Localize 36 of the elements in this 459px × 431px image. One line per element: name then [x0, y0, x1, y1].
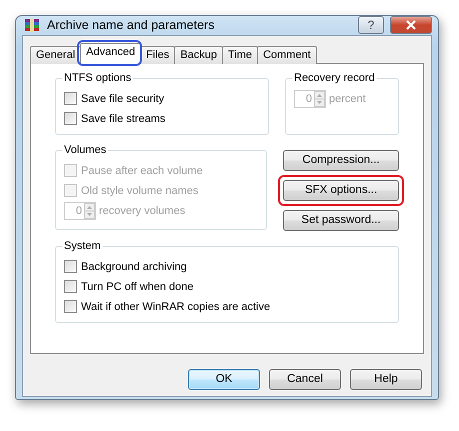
tab[interactable]: Advanced	[80, 42, 142, 64]
close-icon	[405, 20, 417, 30]
checkbox-label: Turn PC off when done	[81, 280, 194, 294]
app-icon	[24, 16, 41, 34]
button[interactable]: Compression...	[283, 150, 399, 171]
checkbox-label: Wait if other WinRAR copies are active	[81, 300, 270, 314]
spinner-label: percent	[329, 92, 366, 106]
checkbox[interactable]	[64, 92, 77, 106]
button[interactable]: Set password...	[283, 210, 399, 231]
checkbox[interactable]	[64, 112, 77, 126]
group-title: NTFS options	[62, 70, 134, 85]
tab[interactable]: Backup	[174, 46, 224, 64]
tab[interactable]: Time	[222, 46, 258, 64]
checkbox-label: Save file streams	[81, 112, 166, 126]
close-button[interactable]	[390, 16, 432, 34]
window-title: Archive name and parameters	[47, 17, 216, 34]
checkbox-label: Pause after each volume	[81, 164, 203, 178]
button[interactable]: Cancel	[269, 368, 341, 390]
checkbox-label: Background archiving	[81, 260, 187, 274]
tab[interactable]: Comment	[257, 46, 317, 64]
group-title: System	[62, 238, 103, 253]
group-title: Recovery record	[292, 70, 377, 85]
checkbox-label: Old style volume names	[81, 184, 198, 198]
number-field: 0	[294, 90, 326, 108]
checkbox[interactable]	[64, 280, 77, 294]
checkbox[interactable]	[64, 260, 77, 274]
spinner-label: recovery volumes	[99, 204, 186, 218]
tab[interactable]: General	[30, 46, 82, 64]
checkbox[interactable]	[64, 300, 77, 314]
button[interactable]: SFX options...	[283, 180, 399, 201]
number-field: 0	[64, 202, 96, 220]
button[interactable]: Help	[350, 368, 422, 390]
checkbox-label: Save file security	[81, 92, 164, 106]
help-button[interactable]: ?	[358, 16, 384, 34]
tab[interactable]: Files	[140, 46, 176, 64]
button[interactable]: OK	[188, 368, 260, 390]
